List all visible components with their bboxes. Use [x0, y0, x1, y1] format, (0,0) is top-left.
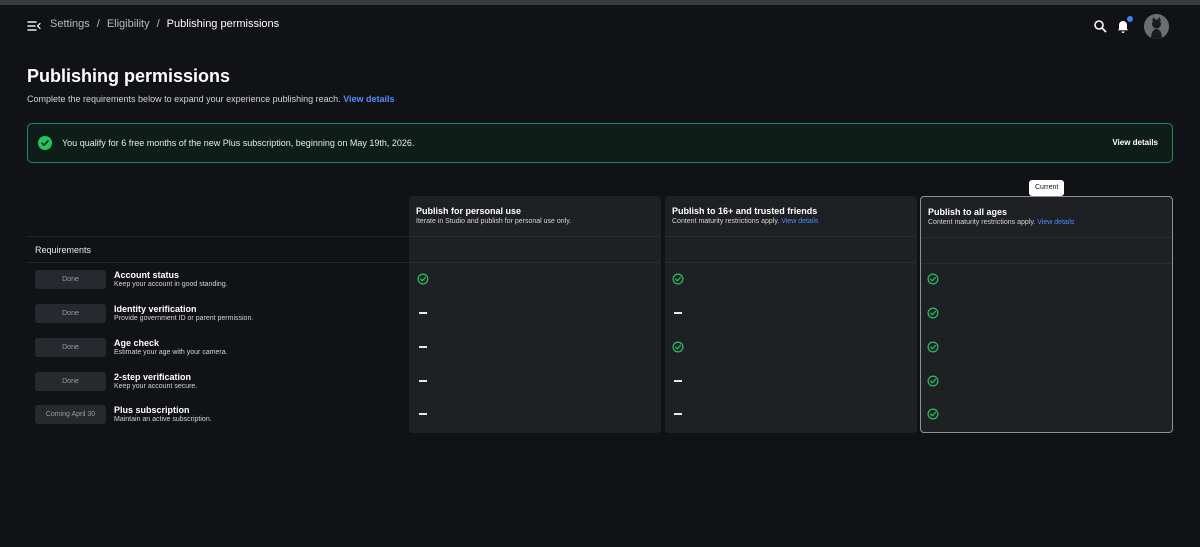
- check-circle-icon: [38, 136, 52, 150]
- breadcrumb-eligibility[interactable]: Eligibility: [107, 18, 150, 30]
- column-16-plus: Publish to 16+ and trusted friends Conte…: [665, 196, 917, 433]
- requirement-description: Provide government ID or parent permissi…: [114, 315, 254, 322]
- check-circle-icon: [927, 273, 939, 285]
- breadcrumb-current: Publishing permissions: [166, 18, 280, 30]
- dash-icon: [674, 380, 682, 382]
- check-circle-icon: [927, 341, 939, 353]
- divider: [409, 262, 661, 263]
- breadcrumb-settings[interactable]: Settings: [50, 18, 90, 30]
- breadcrumb-separator: /: [96, 18, 100, 30]
- status-badge: Done: [35, 372, 106, 391]
- requirement-description: Estimate your age with your camera.: [114, 349, 228, 356]
- banner-view-details-link[interactable]: View details: [1112, 138, 1158, 147]
- notifications-button[interactable]: [1116, 16, 1133, 34]
- requirement-description: Maintain an active subscription.: [114, 416, 212, 423]
- status-badge: Done: [35, 270, 106, 289]
- page-subtitle: Complete the requirements below to expan…: [27, 94, 395, 104]
- column-title: Publish to all ages: [928, 207, 1008, 217]
- column-view-details-link[interactable]: View details: [781, 218, 818, 225]
- status-badge: Done: [35, 304, 106, 323]
- requirement-title: Account status: [114, 270, 180, 280]
- requirement-title: Age check: [114, 338, 160, 348]
- check-circle-icon: [927, 307, 939, 319]
- breadcrumb-separator: /: [156, 18, 160, 30]
- dash-icon: [419, 380, 427, 382]
- notification-dot: [1127, 16, 1133, 22]
- requirement-row: Done 2-step verification Keep your account…: [35, 372, 395, 396]
- table-divider: [27, 262, 409, 263]
- requirement-row: Done Age check Estimate your age with your…: [35, 338, 395, 362]
- check-circle-icon: [927, 375, 939, 387]
- column-description: Iterate in Studio and publish for person…: [416, 218, 571, 225]
- column-description-text: Iterate in Studio and publish for person…: [416, 218, 572, 225]
- column-description-text: Content maturity restrictions apply.: [672, 218, 780, 225]
- page-subtitle-text: Complete the requirements below to expan…: [27, 94, 341, 104]
- page-title: Publishing permissions: [27, 66, 231, 86]
- current-tag: Current: [1029, 180, 1065, 196]
- requirement-row: Done Account status Keep your account in g…: [35, 270, 395, 294]
- divider: [665, 236, 917, 237]
- requirement-title: Plus subscription: [114, 405, 190, 415]
- status-badge: Coming April 30: [35, 405, 106, 424]
- column-all-ages: Publish to all ages Content maturity res…: [920, 196, 1173, 433]
- requirement-row: Done Identity verification Provide governm…: [35, 304, 395, 328]
- requirement-row: Coming April 30 Plus subscription Maintain…: [35, 405, 395, 429]
- avatar[interactable]: [1144, 14, 1169, 39]
- qualification-banner: You qualify for 6 free months of the new…: [27, 123, 1173, 163]
- top-bar: Settings / Eligibility / Publishing perm…: [0, 5, 1200, 47]
- search-icon[interactable]: [1093, 19, 1107, 33]
- status-badge: Done: [35, 338, 106, 357]
- requirement-title: 2-step verification: [114, 372, 192, 382]
- divider: [921, 237, 1172, 238]
- column-title: Publish for personal use: [416, 206, 522, 216]
- column-personal-use: Publish for personal use Iterate in Stud…: [409, 196, 661, 433]
- column-view-details-link[interactable]: View details: [1037, 219, 1074, 226]
- column-title: Publish to 16+ and trusted friends: [672, 206, 818, 216]
- check-circle-icon: [672, 341, 684, 353]
- column-description: Content maturity restrictions apply. Vie…: [928, 219, 1074, 226]
- dash-icon: [419, 346, 427, 348]
- check-circle-icon: [417, 273, 429, 285]
- divider: [665, 262, 917, 263]
- requirements-heading: Requirements: [35, 245, 92, 255]
- dash-icon: [674, 312, 682, 314]
- requirement-title: Identity verification: [114, 304, 197, 314]
- dash-icon: [674, 413, 682, 415]
- table-divider: [27, 236, 409, 237]
- check-circle-icon: [927, 408, 939, 420]
- banner-message: You qualify for 6 free months of the new…: [62, 138, 415, 148]
- divider: [921, 263, 1172, 264]
- breadcrumb: Settings / Eligibility / Publishing perm…: [50, 18, 279, 30]
- check-circle-icon: [672, 273, 684, 285]
- column-description-text: Content maturity restrictions apply.: [928, 219, 1036, 226]
- view-details-link[interactable]: View details: [343, 94, 394, 104]
- dash-icon: [419, 312, 427, 314]
- requirement-description: Keep your account in good standing.: [114, 281, 228, 288]
- menu-collapse-icon[interactable]: [27, 19, 41, 33]
- dash-icon: [419, 413, 427, 415]
- divider: [409, 236, 661, 237]
- requirement-description: Keep your account secure.: [114, 383, 198, 390]
- column-description: Content maturity restrictions apply. Vie…: [672, 218, 818, 225]
